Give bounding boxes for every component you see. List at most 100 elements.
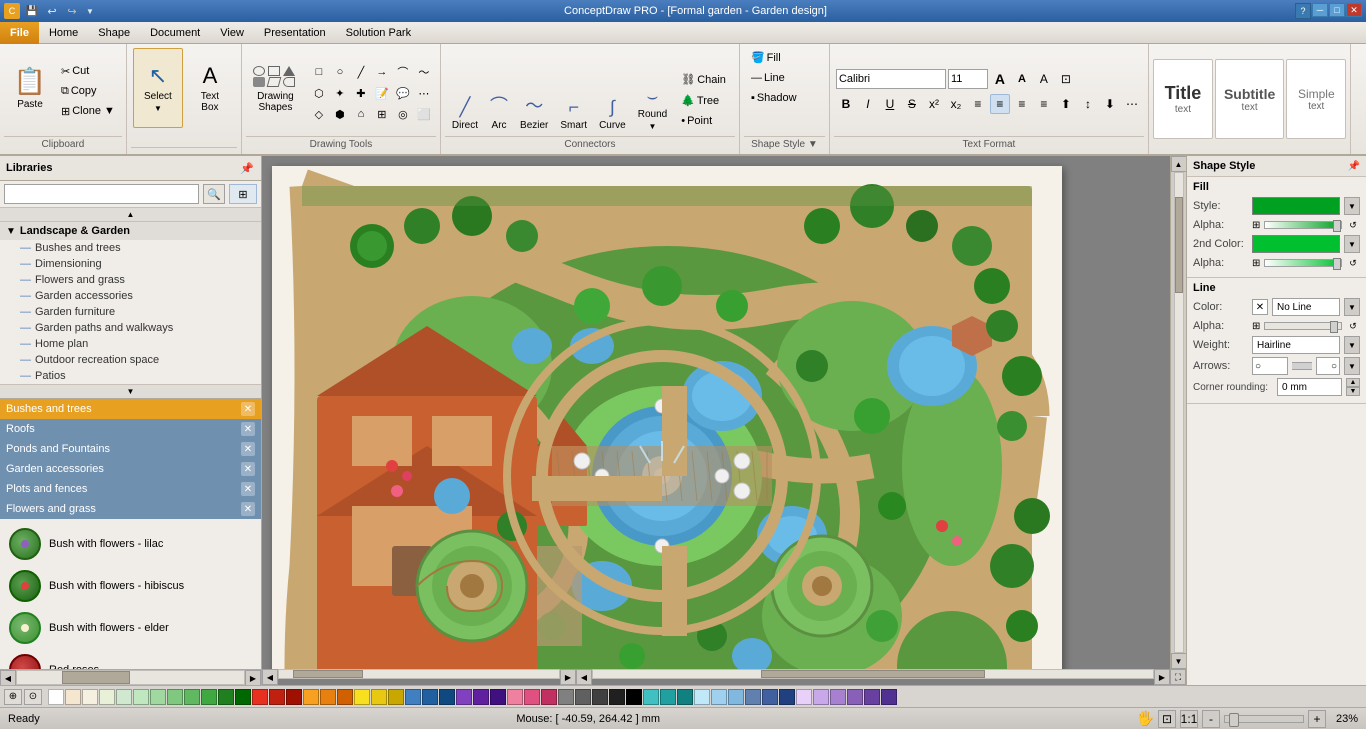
tree-item-bushes[interactable]: — Bushes and trees: [0, 240, 261, 256]
select-button[interactable]: ↖ Select ▼: [133, 48, 183, 128]
palette-swatch-20[interactable]: [388, 689, 404, 705]
palette-swatch-13[interactable]: [269, 689, 285, 705]
library-search-button[interactable]: 🔍: [203, 184, 225, 204]
bezier-button[interactable]: 〜 Bezier: [515, 59, 553, 134]
v-scroll-down-button[interactable]: ▼: [1171, 653, 1187, 669]
subscript-button[interactable]: x₂: [946, 94, 966, 114]
quick-access-save[interactable]: 💾: [24, 3, 40, 19]
hand-tool-button[interactable]: 🖐: [1137, 710, 1154, 727]
palette-swatch-46[interactable]: [830, 689, 846, 705]
palette-tool2[interactable]: ⊙: [24, 689, 42, 705]
palette-swatch-49[interactable]: [881, 689, 897, 705]
palette-swatch-30[interactable]: [558, 689, 574, 705]
quick-access-redo[interactable]: ↪: [64, 3, 80, 19]
copy-button[interactable]: ⧉ Copy: [56, 82, 120, 101]
h-scroll-track[interactable]: [278, 669, 560, 679]
fill-style-swatch[interactable]: [1252, 197, 1340, 215]
palette-swatch-27[interactable]: [507, 689, 523, 705]
lib-scroll-right[interactable]: ▶: [245, 670, 261, 685]
tree-item-garden-acc[interactable]: — Garden accessories: [0, 288, 261, 304]
palette-swatch-33[interactable]: [609, 689, 625, 705]
tree-scroll-down[interactable]: ▼: [0, 384, 261, 398]
palette-swatch-35[interactable]: [643, 689, 659, 705]
valign-middle-button[interactable]: ↕: [1078, 94, 1098, 114]
font-grow-button[interactable]: A: [990, 69, 1010, 89]
panel-bushes-close[interactable]: ✕: [241, 402, 255, 416]
minimize-button[interactable]: ─: [1312, 3, 1328, 17]
palette-swatch-36[interactable]: [660, 689, 676, 705]
palette-swatch-48[interactable]: [864, 689, 880, 705]
text-more-button[interactable]: ⋯: [1122, 94, 1142, 114]
panel-garden-acc-close[interactable]: ✕: [241, 462, 255, 476]
palette-swatch-37[interactable]: [677, 689, 693, 705]
fill-style-dropdown[interactable]: ▼: [1344, 197, 1360, 215]
palette-swatch-29[interactable]: [541, 689, 557, 705]
menu-file[interactable]: File: [0, 22, 39, 44]
zoom-actual-button[interactable]: 1:1: [1180, 710, 1198, 728]
palette-swatch-41[interactable]: [745, 689, 761, 705]
lib-item-red-roses[interactable]: Red roses: [4, 649, 257, 669]
direct-button[interactable]: ╱ Direct: [447, 59, 483, 134]
fill-2nd-color-swatch[interactable]: [1252, 235, 1340, 253]
line-arrows-start[interactable]: ○: [1252, 357, 1288, 375]
line-alpha-slider[interactable]: [1264, 322, 1342, 330]
palette-swatch-23[interactable]: [439, 689, 455, 705]
palette-swatch-0[interactable]: [48, 689, 64, 705]
palette-swatch-5[interactable]: [133, 689, 149, 705]
smart-button[interactable]: ⌐ Smart: [555, 59, 592, 134]
clone-button[interactable]: ⊞ Clone ▼: [56, 102, 120, 121]
palette-swatch-1[interactable]: [65, 689, 81, 705]
paste-button[interactable]: 📋 Paste: [6, 48, 54, 128]
round-button[interactable]: ⌣ Round ▼: [633, 59, 672, 134]
tree-item-garden-furniture[interactable]: — Garden furniture: [0, 304, 261, 320]
panel-garden-acc[interactable]: Garden accessories ✕: [0, 459, 261, 479]
fill-alpha-reset[interactable]: ↺: [1346, 218, 1360, 232]
panel-plots[interactable]: Plots and fences ✕: [0, 479, 261, 499]
tree-item-outdoor[interactable]: — Outdoor recreation space: [0, 352, 261, 368]
panel-ponds[interactable]: Ponds and Fountains ✕: [0, 439, 261, 459]
v-scroll-thumb[interactable]: [1175, 197, 1183, 293]
palette-swatch-7[interactable]: [167, 689, 183, 705]
tree-button[interactable]: 🌲Tree: [676, 91, 731, 110]
tree-item-patios[interactable]: — Patios: [0, 368, 261, 384]
fill-2nd-alpha-slider[interactable]: [1264, 259, 1342, 267]
font-shrink-button[interactable]: A: [1012, 69, 1032, 89]
lib-scroll-left[interactable]: ◀: [0, 670, 16, 685]
h-scroll2-left-button[interactable]: ◀: [576, 669, 592, 685]
palette-swatch-8[interactable]: [184, 689, 200, 705]
curve-button[interactable]: ∫ Curve: [594, 59, 631, 134]
lib-item-hibiscus[interactable]: Bush with flowers - hibiscus: [4, 565, 257, 607]
palette-swatch-10[interactable]: [218, 689, 234, 705]
canvas-scroll-area[interactable]: [262, 156, 1170, 669]
shadow-button[interactable]: ▪ Shadow: [746, 89, 823, 107]
palette-swatch-25[interactable]: [473, 689, 489, 705]
palette-tool1[interactable]: ⊕: [4, 689, 22, 705]
drawing-shapes-button[interactable]: Drawing Shapes: [248, 48, 303, 128]
panel-roofs-close[interactable]: ✕: [241, 422, 255, 436]
underline-button[interactable]: U: [880, 94, 900, 114]
zoom-fit-button[interactable]: ⊡: [1158, 710, 1176, 728]
valign-bottom-button[interactable]: ⬇: [1100, 94, 1120, 114]
zoom-in-button[interactable]: +: [1308, 710, 1326, 728]
menu-view[interactable]: View: [210, 22, 254, 44]
v-scroll-track[interactable]: [1174, 172, 1184, 653]
cut-button[interactable]: ✂ Cut: [56, 62, 120, 81]
palette-swatch-44[interactable]: [796, 689, 812, 705]
align-left-button[interactable]: ≡: [968, 94, 988, 114]
palette-swatch-40[interactable]: [728, 689, 744, 705]
panel-roofs[interactable]: Roofs ✕: [0, 419, 261, 439]
palette-swatch-4[interactable]: [116, 689, 132, 705]
font-color-button[interactable]: A: [1034, 69, 1054, 89]
simple-text-button[interactable]: Simple text: [1286, 59, 1346, 139]
palette-swatch-2[interactable]: [82, 689, 98, 705]
palette-swatch-9[interactable]: [201, 689, 217, 705]
menu-document[interactable]: Document: [140, 22, 210, 44]
palette-swatch-22[interactable]: [422, 689, 438, 705]
h-scroll-track2[interactable]: [592, 669, 1154, 679]
palette-swatch-3[interactable]: [99, 689, 115, 705]
corner-rounding-input[interactable]: 0 mm: [1277, 378, 1342, 396]
align-center-button[interactable]: ≡: [990, 94, 1010, 114]
palette-swatch-31[interactable]: [575, 689, 591, 705]
palette-swatch-43[interactable]: [779, 689, 795, 705]
panel-plots-close[interactable]: ✕: [241, 482, 255, 496]
